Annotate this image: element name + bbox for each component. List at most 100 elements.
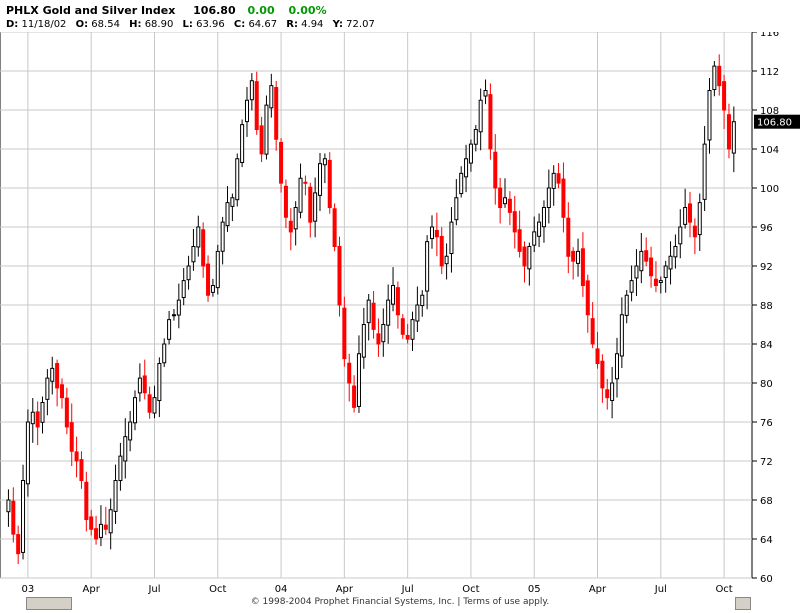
low-label: L: xyxy=(182,19,193,30)
candle-body xyxy=(619,314,624,357)
close-value: 64.67 xyxy=(248,19,278,30)
candle-body xyxy=(420,294,425,307)
candle-body xyxy=(254,81,259,130)
candle-body xyxy=(274,86,279,140)
candle-body xyxy=(11,500,16,535)
candle-body xyxy=(541,207,546,228)
candle-body xyxy=(429,226,434,240)
candle-body xyxy=(313,192,318,222)
candle-body xyxy=(425,241,430,292)
candle-body xyxy=(40,402,45,423)
candle-body xyxy=(113,480,118,512)
candle-body xyxy=(298,177,303,213)
candle-body xyxy=(30,411,35,425)
candle-body xyxy=(230,197,235,207)
candle-body xyxy=(537,221,542,237)
candle-body xyxy=(171,314,176,317)
chart-header: PHLX Gold and Silver Index 106.80 0.00 0… xyxy=(0,0,800,32)
candle-body xyxy=(352,385,357,408)
candle-body xyxy=(235,158,240,201)
candle-body xyxy=(634,265,639,279)
candle-body xyxy=(731,121,736,154)
candle-body xyxy=(318,163,323,196)
candle-body xyxy=(79,459,84,481)
candle-body xyxy=(55,363,60,389)
candle-body xyxy=(371,302,376,330)
y-tick-label: 112 xyxy=(760,67,779,78)
candle-body xyxy=(639,250,644,272)
candle-body xyxy=(167,319,172,340)
candle-body xyxy=(663,265,668,278)
x-tick-label: Apr xyxy=(83,584,101,595)
candle-body xyxy=(507,198,512,213)
candle-body xyxy=(493,151,498,189)
candle-body xyxy=(512,211,517,233)
candle-body xyxy=(147,394,152,413)
candle-body xyxy=(176,299,181,316)
candle-body xyxy=(614,353,619,380)
x-tick-label: Jul xyxy=(147,584,160,595)
candle-body xyxy=(240,124,245,163)
candle-body xyxy=(361,324,366,358)
candle-body xyxy=(89,516,94,530)
candle-body xyxy=(293,207,298,230)
candle-body xyxy=(206,263,211,296)
candle-body xyxy=(410,319,415,340)
y-tick-label: 72 xyxy=(760,457,773,468)
candle-body xyxy=(600,360,605,389)
candle-body xyxy=(137,377,142,394)
y-tick-label: 96 xyxy=(760,223,773,234)
candle-body xyxy=(391,285,396,305)
candle-body xyxy=(35,411,40,428)
candle-body xyxy=(590,318,595,345)
y-tick-label: 80 xyxy=(760,379,773,390)
candle-body xyxy=(366,299,371,324)
candle-body xyxy=(191,246,196,263)
candle-body xyxy=(259,125,264,155)
candle-body xyxy=(722,81,727,111)
candle-body xyxy=(215,250,220,289)
candle-body xyxy=(157,363,162,402)
candle-body xyxy=(605,389,610,399)
open-label: O: xyxy=(75,19,89,30)
scroll-right-handle[interactable] xyxy=(735,597,751,610)
y-tick-label: 68 xyxy=(760,496,773,507)
candle-body xyxy=(649,257,654,277)
date-value: 11/18/02 xyxy=(21,19,67,30)
candle-body xyxy=(644,250,649,262)
candle-body xyxy=(653,278,658,287)
candle-body xyxy=(517,229,522,252)
candle-body xyxy=(376,333,381,345)
candle-body xyxy=(668,255,673,270)
candle-body xyxy=(459,172,464,195)
high-value: 68.90 xyxy=(144,19,174,30)
candle-body xyxy=(98,523,103,538)
open-value: 68.54 xyxy=(91,19,120,30)
candle-body xyxy=(45,377,50,400)
candle-body xyxy=(697,202,702,236)
candle-body xyxy=(566,217,571,257)
candle-body xyxy=(434,229,439,238)
candle-body xyxy=(162,343,167,364)
candle-body xyxy=(683,207,688,225)
candle-body xyxy=(415,304,420,322)
candle-body xyxy=(279,141,284,184)
candle-body xyxy=(118,455,123,482)
x-tick-label: Jul xyxy=(654,584,667,595)
scroll-left-handle[interactable] xyxy=(26,597,72,610)
last-price-tag-label: 106.80 xyxy=(757,118,792,129)
date-label: D: xyxy=(6,19,19,30)
candle-body xyxy=(546,187,551,209)
candle-body xyxy=(712,65,717,91)
candle-body xyxy=(74,451,79,462)
candle-body xyxy=(673,246,678,258)
candle-body xyxy=(449,221,454,255)
candle-body xyxy=(308,186,313,223)
candle-body xyxy=(244,99,249,123)
close-label: C: xyxy=(233,19,246,30)
candle-body xyxy=(707,90,712,141)
candle-body xyxy=(210,285,215,293)
candle-body xyxy=(64,397,69,428)
range-label: R: xyxy=(286,19,298,30)
candle-body xyxy=(69,422,74,452)
